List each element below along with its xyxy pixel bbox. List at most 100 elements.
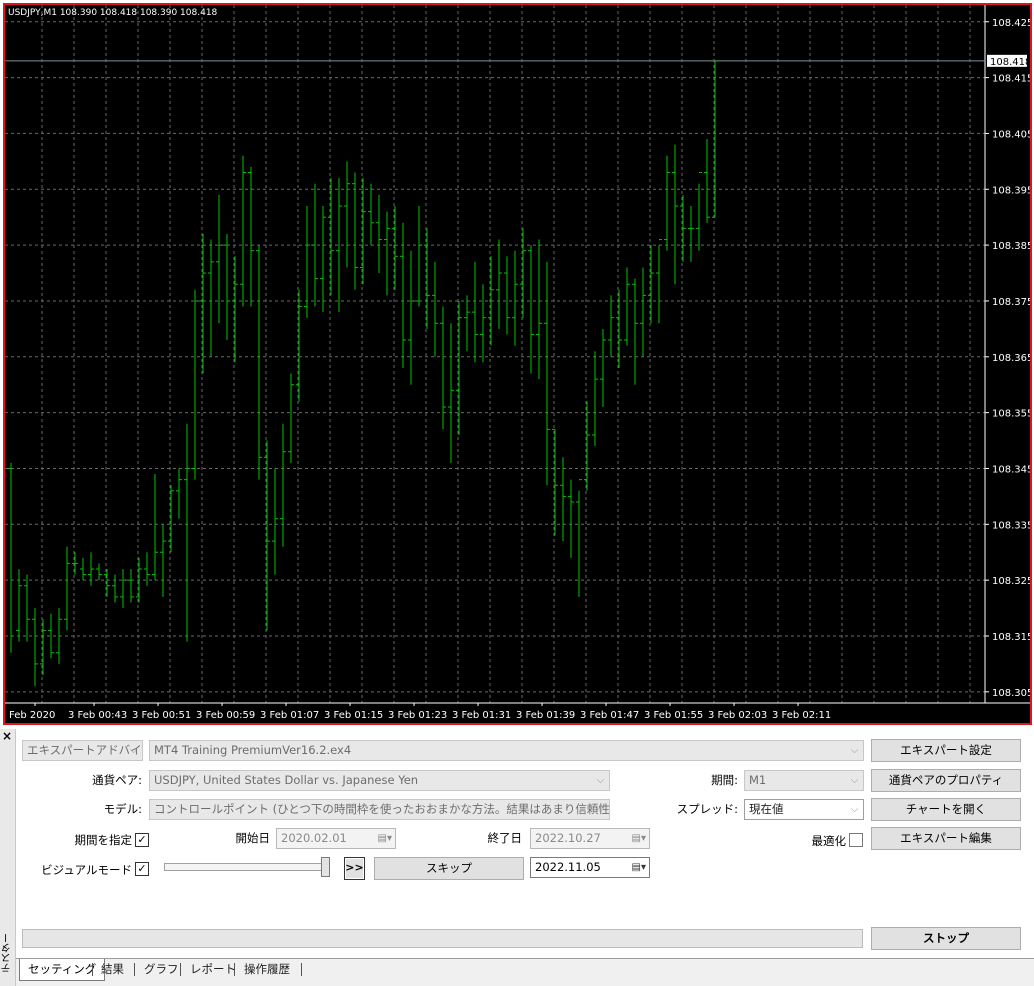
ohlc-bar <box>136 557 142 603</box>
progress-bar <box>22 929 863 948</box>
start-date-field[interactable]: 2020.02.01 ▤▾ <box>276 828 396 849</box>
price-axis-label: 108.375 <box>992 297 1030 308</box>
ohlc-bar <box>576 479 582 597</box>
close-icon[interactable]: × <box>2 730 12 742</box>
ohlc-bar <box>400 222 406 368</box>
chart-title: USDJPY,M1 108.390 108.418 108.390 108.41… <box>8 8 218 18</box>
ohlc-bar <box>600 328 606 408</box>
ohlc-bar <box>256 245 262 480</box>
use-date-label: 期間を指定 <box>74 833 133 847</box>
time-axis-label: 3 Feb 00:59 <box>196 710 255 721</box>
tab-results[interactable]: 結果 <box>101 959 124 981</box>
ohlc-bar <box>344 161 350 268</box>
ohlc-bar <box>216 194 222 324</box>
model-select[interactable]: コントロールポイント (ひとつ下の時間枠を使ったおおまかな方法。結果はあまり信頼… <box>149 799 610 820</box>
ohlc-bar <box>24 574 30 642</box>
spread-select[interactable]: 現在値 ⌵ <box>744 799 864 820</box>
price-axis-label: 108.305 <box>992 688 1030 699</box>
period-value: M1 <box>749 773 767 787</box>
tab-journal[interactable]: 操作履歴 <box>244 959 290 981</box>
price-axis-label: 108.425 <box>992 18 1030 29</box>
period-select[interactable]: M1 ⌵ <box>744 770 864 791</box>
ohlc-bar <box>352 172 358 290</box>
tab-graph[interactable]: グラフ <box>144 959 179 981</box>
edit-expert-button[interactable]: エキスパート編集 <box>871 827 1021 850</box>
ohlc-bar <box>384 211 390 296</box>
tab-report[interactable]: レポート <box>190 959 236 981</box>
use-date-checkbox[interactable]: ✓ <box>135 833 149 847</box>
ohlc-bar <box>144 552 150 586</box>
ohlc-bar <box>520 228 526 318</box>
time-axis-label: 3 Feb 02:11 <box>772 710 831 721</box>
optimize-label: 最適化 <box>811 834 847 848</box>
ohlc-bar <box>504 256 510 335</box>
fast-forward-button[interactable]: >> <box>344 857 365 880</box>
chevron-down-icon: ⌵ <box>596 775 605 786</box>
ohlc-bar <box>40 619 46 676</box>
ohlc-bar <box>552 428 558 536</box>
open-chart-button[interactable]: チャートを開く <box>871 798 1021 821</box>
expert-file-value: MT4 Training PremiumVer16.2.ex4 <box>154 743 352 757</box>
ohlc-bar <box>648 245 654 324</box>
ohlc-bar <box>32 608 38 687</box>
chevron-down-icon: ⌵ <box>850 804 859 815</box>
ohlc-bar <box>264 440 270 631</box>
time-axis-label: 3 Feb 01:47 <box>580 710 639 721</box>
time-axis-label: 3 Feb 02:03 <box>708 710 767 721</box>
skip-date-field[interactable]: 2022.11.05 ▤▾ <box>530 857 650 878</box>
price-axis-label: 108.315 <box>992 632 1030 643</box>
ohlc-bar <box>536 239 542 380</box>
tab-separator <box>92 963 93 976</box>
time-axis-label: 3 Feb 01:31 <box>452 710 511 721</box>
ohlc-bar <box>664 155 670 251</box>
ohlc-bar <box>328 178 334 296</box>
time-axis-label: 3 Feb 01:07 <box>260 710 319 721</box>
price-axis-label: 108.355 <box>992 409 1030 420</box>
ohlc-bar <box>224 233 230 341</box>
time-axis-label: 3 Feb 01:39 <box>516 710 575 721</box>
chart-canvas[interactable]: 108.425 108.415 108.405 108.395 108.385 108.3… <box>5 5 1030 723</box>
tab-separator <box>301 963 302 976</box>
tester-settings: エキスパートアドバイザ ⌵ MT4 Training PremiumVer16.… <box>16 729 1034 958</box>
visual-mode-checkbox[interactable]: ✓ <box>135 862 149 876</box>
ohlc-bar <box>656 239 662 324</box>
price-axis-label: 108.395 <box>992 185 1030 196</box>
ohlc-bar <box>208 239 214 357</box>
ohlc-bar <box>128 568 134 603</box>
calendar-icon: ▤▾ <box>631 833 646 844</box>
price-axis-label: 108.325 <box>992 576 1030 587</box>
ohlc-bar <box>568 479 574 558</box>
price-chart[interactable]: 108.425 108.415 108.405 108.395 108.385 108.3… <box>3 3 1032 725</box>
time-axis-label: 3 Feb 01:23 <box>388 710 447 721</box>
ohlc-bar <box>120 568 126 609</box>
ohlc-bar <box>680 194 686 262</box>
start-date-label: 開始日 <box>235 831 271 845</box>
ohlc-bar <box>696 172 702 251</box>
ohlc-bar <box>632 278 638 385</box>
spread-label: スプレッド: <box>676 802 738 816</box>
ohlc-bar <box>288 373 294 463</box>
ohlc-bar <box>416 206 422 307</box>
end-date-field[interactable]: 2022.10.27 ▤▾ <box>530 828 650 849</box>
ohlc-bar <box>160 524 166 597</box>
visual-mode-label: ビジュアルモード <box>41 863 132 877</box>
ohlc-bar <box>248 166 254 307</box>
ohlc-bar <box>72 552 78 575</box>
speed-slider-track[interactable] <box>164 863 329 871</box>
speed-slider-handle[interactable] <box>321 857 330 877</box>
ohlc-bar <box>456 300 462 435</box>
expert-type-select[interactable]: エキスパートアドバイザ ⌵ <box>22 740 143 761</box>
price-axis-label: 108.405 <box>992 129 1030 140</box>
expert-file-select[interactable]: MT4 Training PremiumVer16.2.ex4 ⌵ <box>149 740 864 761</box>
optimize-checkbox[interactable] <box>849 833 863 847</box>
price-axis-label: 108.345 <box>992 464 1030 475</box>
skip-button[interactable]: スキップ <box>374 857 524 880</box>
symbol-value: USDJPY, United States Dollar vs. Japanes… <box>154 773 419 787</box>
symbol-select[interactable]: USDJPY, United States Dollar vs. Japanes… <box>149 770 610 791</box>
expert-settings-button[interactable]: エキスパート設定 <box>871 739 1021 762</box>
ohlc-bar <box>616 289 622 368</box>
ohlc-bar <box>272 468 278 575</box>
stop-button[interactable]: ストップ <box>871 927 1021 950</box>
ohlc-bar <box>512 250 518 346</box>
symbol-properties-button[interactable]: 通貨ペアのプロパティ <box>871 769 1021 792</box>
